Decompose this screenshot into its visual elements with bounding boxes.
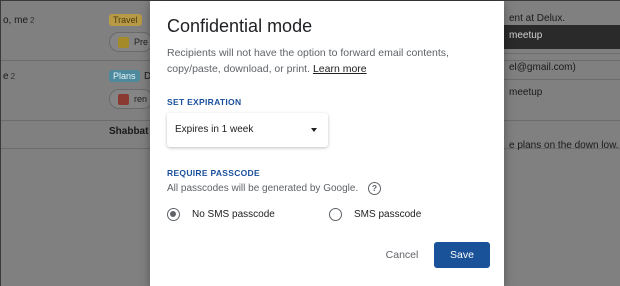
- sms-label[interactable]: SMS passcode: [354, 209, 421, 220]
- email-snippet: e plans on the down low. Co: [509, 140, 620, 151]
- set-expiration-label: SET EXPIRATION: [167, 97, 242, 107]
- divider: [491, 79, 620, 80]
- dialog-title: Confidential mode: [167, 16, 313, 36]
- label-chip-plans: Plans: [109, 70, 140, 82]
- divider: [491, 53, 620, 54]
- description-text: Recipients will not have the option to f…: [167, 47, 449, 75]
- selected-snippet-band: meetup: [491, 25, 620, 49]
- no-sms-radio[interactable]: [167, 208, 180, 221]
- attachment-chip[interactable]: Pre: [109, 32, 153, 52]
- expiration-value: Expires in 1 week: [175, 124, 254, 135]
- thread-count: 2: [10, 72, 16, 81]
- attachment-name: ren: [134, 94, 148, 104]
- slides-file-icon: [118, 37, 129, 48]
- sms-radio[interactable]: [329, 208, 342, 221]
- attachment-chip[interactable]: ren: [109, 89, 153, 109]
- save-button[interactable]: Save: [434, 242, 490, 268]
- email-snippet: ent at Delux.: [509, 13, 566, 24]
- email-sender: e2: [3, 71, 16, 82]
- dialog-description: Recipients will not have the option to f…: [167, 45, 467, 77]
- passcode-note: All passcodes will be generated by Googl…: [167, 183, 359, 194]
- learn-more-link[interactable]: Learn more: [313, 63, 367, 75]
- no-sms-label[interactable]: No SMS passcode: [192, 209, 275, 220]
- email-snippet: meetup: [509, 87, 543, 98]
- email-subject: Shabbat: [109, 126, 149, 137]
- require-passcode-label: REQUIRE PASSCODE: [167, 168, 260, 178]
- expiration-select[interactable]: Expires in 1 week: [167, 113, 328, 147]
- cancel-button[interactable]: Cancel: [374, 242, 430, 268]
- thread-count: 2: [30, 16, 35, 25]
- email-sender: o, me 2: [3, 15, 35, 26]
- email-snippet: el@gmail.com): [509, 62, 576, 73]
- attachment-name: Pre: [134, 37, 149, 47]
- label-chip-travel: Travel: [109, 14, 142, 26]
- confidential-mode-dialog: Confidential mode Recipients will not ha…: [150, 1, 504, 286]
- caret-down-icon: [311, 128, 317, 132]
- image-file-icon: [118, 94, 129, 105]
- help-icon[interactable]: ?: [368, 182, 381, 195]
- email-snippet: meetup: [509, 30, 543, 41]
